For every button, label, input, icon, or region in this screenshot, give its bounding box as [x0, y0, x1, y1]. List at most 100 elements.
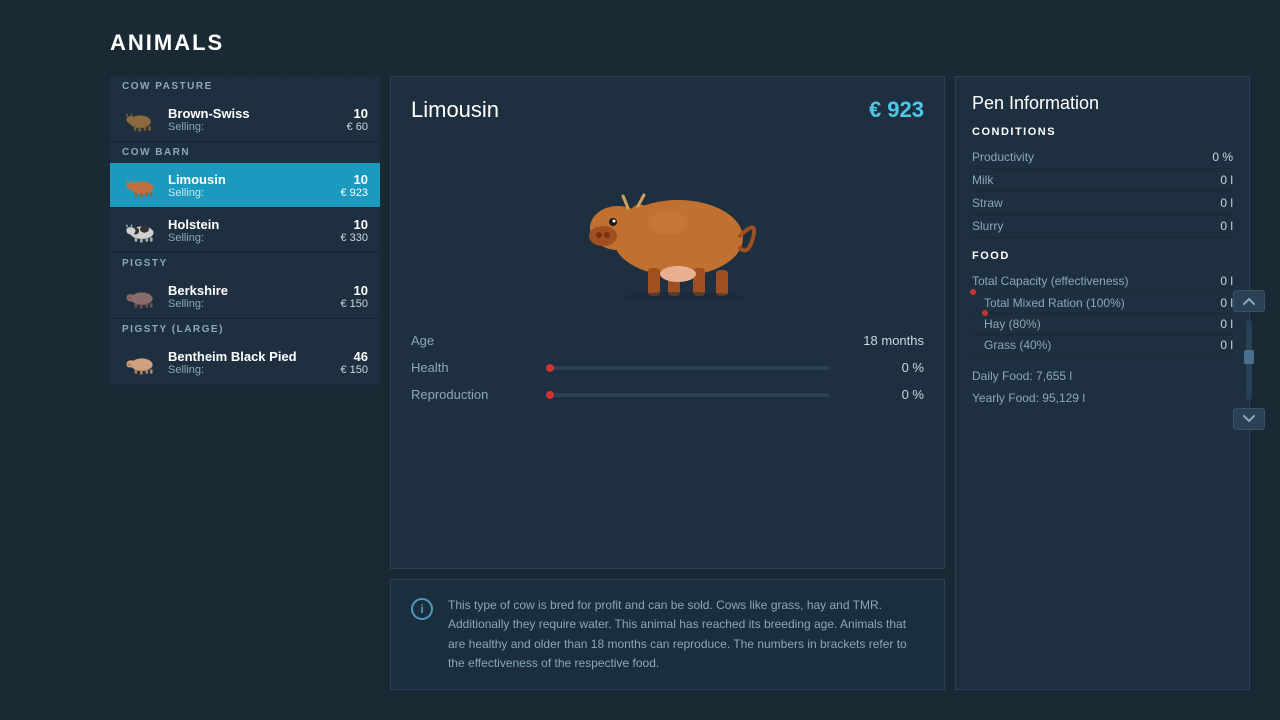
cow-limousin-icon: [122, 171, 158, 199]
category-pigsty-large: PIGSTY (LARGE): [110, 319, 380, 340]
food-section: FOOD Total Capacity (effectiveness) 0 l …: [972, 250, 1233, 409]
animal-count-berkshire: 10: [354, 283, 368, 298]
animal-meta-brown-swiss: 10 € 60: [347, 106, 368, 133]
scroll-thumb[interactable]: [1244, 350, 1254, 364]
detail-card: Limousin € 923: [390, 76, 945, 569]
stat-value-health: 0 %: [844, 360, 924, 375]
animal-item-limousin[interactable]: Limousin Selling: 10 € 923: [110, 163, 380, 208]
animal-price-limousin: € 923: [340, 187, 368, 199]
food-grass-label: Grass (40%): [984, 338, 1051, 352]
animal-count-limousin: 10: [354, 172, 368, 187]
scroll-down-button[interactable]: [1233, 408, 1265, 430]
main-container: ANIMALS COW PASTURE: [0, 0, 1280, 720]
detail-animal-name: Limousin: [411, 97, 499, 123]
detail-header: Limousin € 923: [411, 97, 924, 123]
animal-count-holstein: 10: [354, 217, 368, 232]
pen-stat-value-straw: 0 l: [1220, 196, 1233, 210]
animal-meta-limousin: 10 € 923: [340, 172, 368, 199]
animal-item-bentheim[interactable]: Bentheim Black Pied Selling: 46 € 150: [110, 340, 380, 385]
food-section-title: FOOD: [972, 250, 1233, 262]
cow-icon: [122, 105, 158, 133]
animal-count-brown-swiss: 10: [354, 106, 368, 121]
scroll-slider[interactable]: [1246, 320, 1252, 400]
animal-name-holstein: Holstein: [168, 217, 330, 232]
content-area: COW PASTURE Brown: [110, 76, 1250, 690]
pig-large-icon: [122, 348, 158, 376]
stat-value-reproduction: 0 %: [844, 387, 924, 402]
cow-limousin-illustration: [568, 148, 768, 298]
food-hay-row: Hay (80%) 0 l: [972, 314, 1233, 335]
pen-stat-label-productivity: Productivity: [972, 150, 1034, 164]
pen-stat-value-slurry: 0 l: [1220, 219, 1233, 233]
stat-value-age: 18 months: [844, 333, 924, 348]
side-controls: [1233, 290, 1265, 430]
stat-row-reproduction: Reproduction 0 %: [411, 387, 924, 402]
center-panel: Limousin € 923: [390, 76, 945, 690]
pen-stat-label-milk: Milk: [972, 173, 993, 187]
animal-info-bentheim: Bentheim Black Pied Selling:: [168, 349, 330, 376]
animal-info-holstein: Holstein Selling:: [168, 217, 330, 244]
conditions-section-title: CONDITIONS: [972, 126, 1233, 138]
stat-row-age: Age 18 months: [411, 333, 924, 348]
daily-food-value: 7,655 l: [1036, 369, 1072, 383]
animal-price-brown-swiss: € 60: [347, 121, 368, 133]
yearly-food-label: Yearly Food:: [972, 391, 1039, 405]
pen-stat-value-productivity: 0 %: [1212, 150, 1233, 164]
pen-stat-label-straw: Straw: [972, 196, 1003, 210]
tmr-dot: [982, 310, 988, 316]
info-text: This type of cow is bred for profit and …: [448, 596, 924, 673]
category-cow-barn: COW BARN: [110, 142, 380, 163]
reproduction-dot: [546, 391, 554, 399]
animal-selling-bentheim: Selling:: [168, 364, 330, 376]
left-panel: COW PASTURE Brown: [110, 76, 380, 690]
animal-info-berkshire: Berkshire Selling:: [168, 283, 330, 310]
stat-bar-reproduction: [546, 393, 829, 397]
pen-stat-label-slurry: Slurry: [972, 219, 1003, 233]
stats-section: Age 18 months Health 0 %: [411, 333, 924, 402]
stat-label-age: Age: [411, 333, 531, 348]
animal-selling-limousin: Selling:: [168, 187, 330, 199]
category-cow-pasture: COW PASTURE: [110, 76, 380, 97]
animal-name-limousin: Limousin: [168, 172, 330, 187]
pen-stat-value-milk: 0 l: [1220, 173, 1233, 187]
food-tmr-label: Total Mixed Ration (100%): [984, 296, 1125, 310]
cow-holstein-icon: [122, 216, 158, 244]
daily-food-label: Daily Food:: [972, 369, 1033, 383]
health-dot: [546, 364, 554, 372]
food-hay-label: Hay (80%): [984, 317, 1041, 331]
category-pigsty: PIGSTY: [110, 253, 380, 274]
animal-name-bentheim: Bentheim Black Pied: [168, 349, 330, 364]
total-capacity-value: 0 l: [1220, 274, 1233, 288]
animal-count-bentheim: 46: [354, 349, 368, 364]
animal-selling-brown-swiss: Selling:: [168, 121, 337, 133]
yearly-food-line: Yearly Food: 95,129 l: [972, 388, 1233, 410]
stat-row-health: Health 0 %: [411, 360, 924, 375]
daily-food-line: Daily Food: 7,655 l: [972, 366, 1233, 388]
info-icon: i: [411, 598, 433, 620]
animal-price-berkshire: € 150: [340, 298, 368, 310]
info-card: i This type of cow is bred for profit an…: [390, 579, 945, 690]
total-capacity-label: Total Capacity (effectiveness): [972, 274, 1129, 288]
animal-info-limousin: Limousin Selling:: [168, 172, 330, 199]
scroll-up-button[interactable]: [1233, 290, 1265, 312]
animal-info-brown-swiss: Brown-Swiss Selling:: [168, 106, 337, 133]
food-tmr-row: Total Mixed Ration (100%) 0 l: [972, 293, 1233, 314]
animal-item-berkshire[interactable]: Berkshire Selling: 10 € 150: [110, 274, 380, 319]
food-hay-value: 0 l: [1220, 317, 1233, 331]
pen-title: Pen Information: [972, 93, 1233, 114]
animal-selling-berkshire: Selling:: [168, 298, 330, 310]
animal-meta-berkshire: 10 € 150: [340, 283, 368, 310]
yearly-food-value: 95,129 l: [1042, 391, 1085, 405]
food-grass-row: Grass (40%) 0 l: [972, 335, 1233, 356]
stat-bar-health: [546, 366, 829, 370]
animal-name-berkshire: Berkshire: [168, 283, 330, 298]
daily-food-section: Daily Food: 7,655 l Yearly Food: 95,129 …: [972, 366, 1233, 409]
pig-icon: [122, 282, 158, 310]
pen-stat-productivity: Productivity 0 %: [972, 146, 1233, 169]
animal-meta-holstein: 10 € 330: [340, 217, 368, 244]
animal-item-holstein[interactable]: Holstein Selling: 10 € 330: [110, 208, 380, 253]
page-title: ANIMALS: [110, 30, 1250, 56]
pen-stat-straw: Straw 0 l: [972, 192, 1233, 215]
stat-label-reproduction: Reproduction: [411, 387, 531, 402]
animal-item-brown-swiss[interactable]: Brown-Swiss Selling: 10 € 60: [110, 97, 380, 142]
